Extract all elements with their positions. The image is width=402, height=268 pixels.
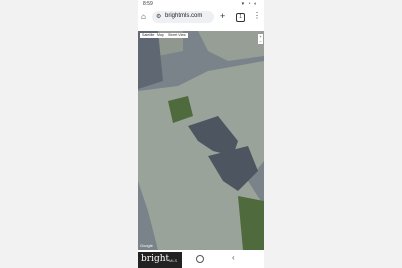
zoom-control: + − — [258, 34, 263, 44]
nav-back-icon[interactable]: ‹ — [232, 253, 235, 262]
brand-suffix: MLS — [169, 258, 178, 263]
status-bar: 8:59 ▾ ◔ ◐ — [138, 0, 264, 8]
url-text: brightmls.com — [165, 13, 203, 19]
home-icon[interactable]: ⌂ — [141, 12, 146, 21]
plus-icon[interactable]: + — [220, 11, 225, 21]
map-tab-map[interactable]: Map — [155, 33, 166, 38]
brightmls-logo[interactable]: bright MLS — [138, 252, 182, 268]
map-tab-satellite[interactable]: Satellite — [140, 33, 157, 38]
page-footer: bright MLS ‹ — [138, 251, 264, 268]
more-icon[interactable]: ⋮ — [253, 11, 261, 20]
satellite-map[interactable]: Satellite Map Street View + − Google — [138, 31, 264, 250]
zoom-out-button[interactable]: − — [258, 39, 263, 44]
brand-name: bright — [141, 254, 170, 264]
phone-screen: 8:59 ▾ ◔ ◐ ⌂ ⚙ brightmls.com + 1 ⋮ Satel… — [138, 0, 264, 268]
map-tab-street-view[interactable]: Street View — [166, 33, 188, 38]
map-imagery — [138, 31, 264, 250]
status-icons: ▾ ◔ ◐ — [241, 1, 258, 7]
nav-home-icon[interactable] — [196, 255, 204, 263]
browser-toolbar: ⌂ ⚙ brightmls.com + 1 ⋮ — [138, 9, 264, 26]
tab-switcher-button[interactable]: 1 — [236, 13, 245, 22]
tune-icon[interactable]: ⚙ — [156, 13, 161, 20]
address-bar[interactable]: ⚙ brightmls.com — [152, 11, 214, 23]
map-attribution: Google — [140, 243, 153, 248]
status-time: 8:59 — [143, 1, 153, 7]
